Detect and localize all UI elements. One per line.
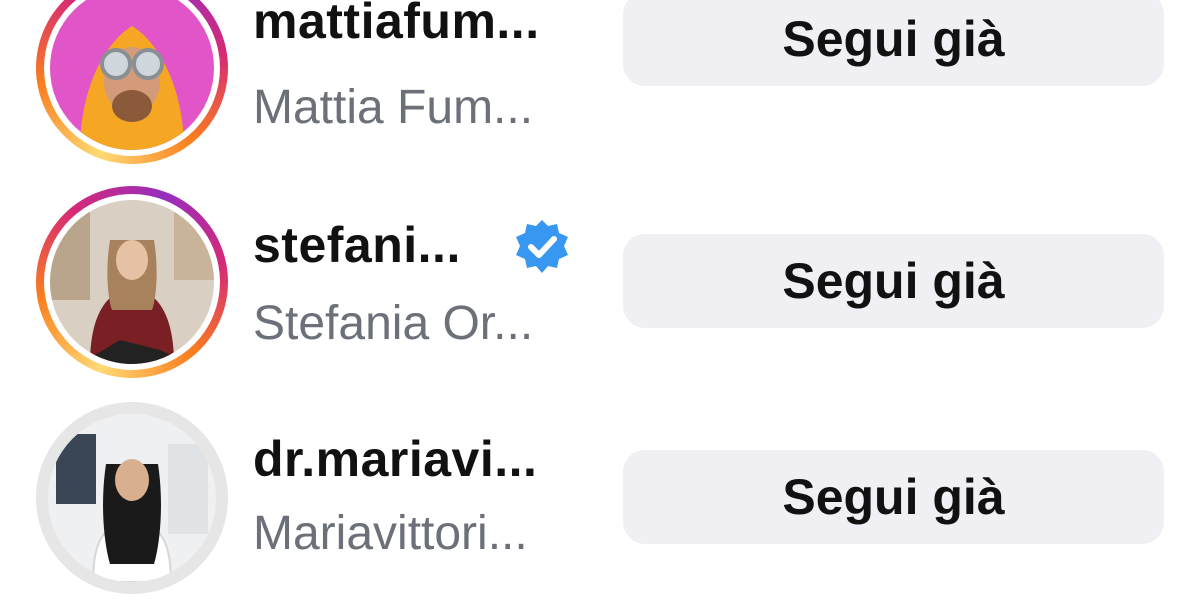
list-item[interactable]: dr.mariavi... Mariavittori... Segui già [0, 402, 1200, 602]
avatar [48, 414, 216, 582]
story-ring-avatar[interactable] [36, 186, 228, 378]
username[interactable]: mattiafum... [253, 0, 540, 50]
following-button[interactable]: Segui già [623, 450, 1164, 544]
story-ring-avatar[interactable] [36, 0, 228, 164]
avatar-container[interactable] [36, 402, 228, 594]
list-item[interactable]: stefani... Stefania Or... Segui già [0, 186, 1200, 386]
avatar [50, 200, 214, 364]
avatar-image [50, 200, 214, 364]
full-name: Mariavittori... [253, 507, 528, 560]
following-button[interactable]: Segui già [623, 0, 1164, 86]
username[interactable]: dr.mariavi... [253, 430, 537, 488]
following-button[interactable]: Segui già [623, 234, 1164, 328]
full-name: Mattia Fum... [253, 81, 534, 134]
full-name: Stefania Or... [253, 297, 534, 350]
avatar-image [48, 414, 216, 582]
username[interactable]: stefani... [253, 216, 461, 274]
verified-badge-icon [516, 220, 568, 273]
list-item[interactable]: mattiafum... Mattia Fum... Segui già [0, 0, 1200, 172]
